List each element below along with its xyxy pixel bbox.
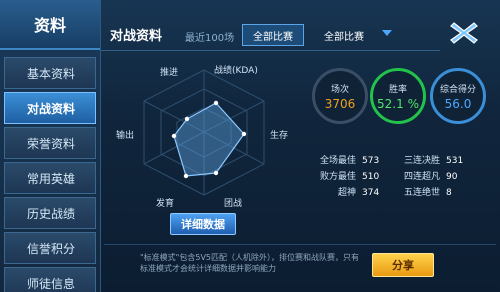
standard-mode-note: "标准模式"包含5V5匹配（人机除外），排位赛和战队赛，只有标准模式才会统计详细… [140,253,360,273]
tab-all-matches[interactable]: 全部比赛 [242,24,304,46]
stat-value: 374 [362,188,380,198]
footer-divider [104,244,496,245]
score-value: 56.0 [444,96,472,111]
sidebar-item-battle-info[interactable]: 对战资料 [4,92,96,124]
radar-point-kda [213,100,219,106]
share-button[interactable]: 分享 [372,253,434,277]
matches-label: 场次 [330,84,349,95]
stat-label: 败方最佳 [320,172,357,182]
stat-value: 8 [446,188,452,198]
matches-count-circle: 场次 3706 [312,68,368,124]
radar-label-damage: 输出 [116,131,135,141]
header-bar: 对战资料 最近100场 全部比赛 全部比赛 [100,20,440,51]
radar-point-survival [241,131,247,137]
sidebar-item-basic-info[interactable]: 基本资料 [4,57,96,89]
radar-label-kda: 战绩(KDA) [214,66,258,76]
stat-label: 五连绝世 [404,188,441,198]
radar-label-farm: 发育 [156,199,175,209]
winrate-circle: 胜率 52.1 % [370,68,426,124]
stat-value: 510 [362,172,380,182]
radar-point-teamfight [213,170,219,176]
recent-matches-label: 最近100场 [185,33,235,44]
radar-chart [143,69,265,196]
stat-row-losing-mvp: 败方最佳 510 [320,169,379,182]
stat-label: 全场最佳 [320,156,357,166]
sidebar-item-credit[interactable]: 信誉积分 [4,232,96,264]
sidebar-item-history[interactable]: 历史战绩 [4,197,96,229]
sidebar-title: 资料 [0,0,100,50]
stat-value: 531 [446,156,464,166]
sidebar: 资料 基本资料 对战资料 荣誉资料 常用英雄 历史战绩 信誉积分 师徒信息 [0,0,101,292]
sidebar-item-common-heroes[interactable]: 常用英雄 [4,162,96,194]
detail-data-button[interactable]: 详细数据 [170,213,236,235]
stat-row-penta-kill: 五连绝世 8 [404,185,452,198]
stat-label: 三连决胜 [404,156,441,166]
close-button[interactable] [444,18,484,48]
stat-row-legendary: 超神 374 [338,185,379,198]
app-window: 资料 基本资料 对战资料 荣誉资料 常用英雄 历史战绩 信誉积分 师徒信息 对战… [0,0,500,292]
chevron-down-icon[interactable] [382,30,392,36]
radar-label-teamfight: 团战 [224,199,243,209]
page-title: 对战资料 [110,29,163,44]
stat-row-mvp: 全场最佳 573 [320,153,379,166]
radar-point-farm [183,173,189,179]
stat-value: 90 [446,172,458,182]
radar-point-push [184,116,190,122]
close-icon [450,22,478,44]
stat-label: 四连超凡 [404,172,441,182]
radar-ability-area [173,102,245,177]
overall-score-circle: 综合得分 56.0 [430,68,486,124]
radar-point-damage [171,133,177,139]
stat-value: 573 [362,156,380,166]
sidebar-item-honor-info[interactable]: 荣誉资料 [4,127,96,159]
radar-label-push: 推进 [160,68,179,78]
stat-row-triple-kill: 三连决胜 531 [404,153,463,166]
radar-label-survival: 生存 [270,131,289,141]
sidebar-item-mentor[interactable]: 师徒信息 [4,267,96,292]
dropdown-value: 全部比赛 [324,31,364,43]
stat-label: 超神 [338,188,357,198]
winrate-value: 52.1 % [377,96,419,111]
ability-radar: 推进 战绩(KDA) 输出 生存 发育 团战 [104,56,304,236]
stat-row-quadra-kill: 四连超凡 90 [404,169,457,182]
winrate-label: 胜率 [388,84,407,95]
matches-value: 3706 [324,96,356,111]
score-label: 综合得分 [439,84,476,95]
